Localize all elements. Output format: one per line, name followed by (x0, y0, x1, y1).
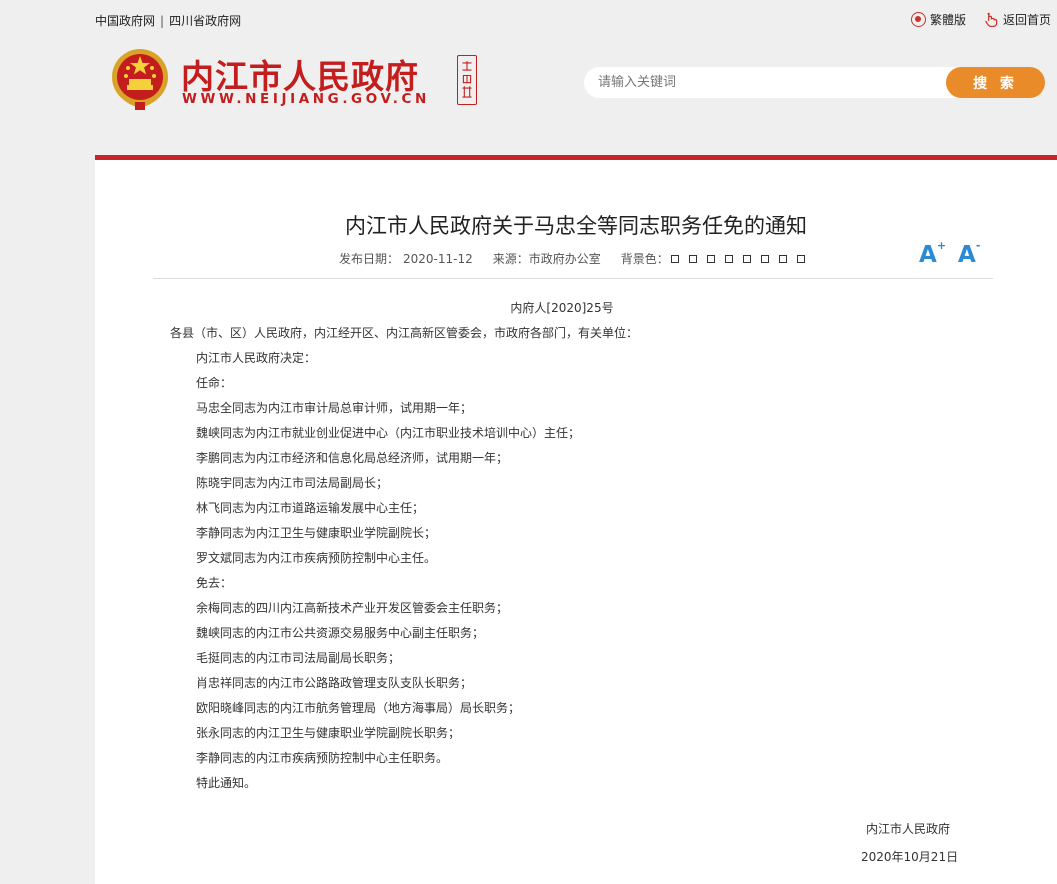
font-increase-letter: A (919, 242, 937, 268)
body-line: 任命： (196, 376, 233, 390)
body-line: 内江市人民政府决定： (196, 351, 317, 365)
bg-swatch-7[interactable] (778, 254, 787, 263)
link-china-gov[interactable]: 中国政府网 (95, 14, 155, 28)
meta-divider (153, 278, 993, 279)
font-increase-button[interactable]: A+ (919, 239, 947, 268)
national-emblem-icon[interactable] (109, 46, 171, 112)
document-number: 内府人[2020]25号 (510, 301, 614, 315)
font-increase-mark: + (936, 239, 947, 253)
body-line: 张永同志的内江卫生与健康职业学院副院长职务； (196, 726, 461, 740)
seal-stamp-icon (457, 55, 477, 105)
body-line: 李静同志的内江市疾病预防控制中心主任职务。 (196, 751, 449, 765)
search-button[interactable]: 搜 索 (946, 67, 1045, 98)
article-title: 内江市人民政府关于马忠全等同志职务任免的通知 (345, 214, 807, 238)
body-line: 魏峡同志的内江市公共资源交易服务中心副主任职务； (196, 626, 485, 640)
body-line: 特此通知。 (196, 776, 257, 790)
article-container: 内江市人民政府关于马忠全等同志职务任免的通知 发布日期： 2020-11-12 … (95, 160, 1057, 884)
background-color-label: 背景色： (620, 252, 669, 266)
body-line: 陈晓宇同志为内江市司法局副局长； (196, 476, 389, 490)
body-line: 李静同志为内江卫生与健康职业学院副院长； (196, 526, 437, 540)
body-line: 林飞同志为内江市道路运输发展中心主任； (196, 501, 425, 515)
bg-swatch-3[interactable] (706, 254, 715, 263)
publish-date-label: 发布日期： (339, 252, 400, 266)
bg-swatch-1[interactable] (670, 254, 679, 263)
body-line: 罗文斌同志为内江市疾病预防控制中心主任。 (196, 551, 437, 565)
home-label: 返回首页 (1002, 13, 1051, 27)
site-header: 内江市人民政府 WWW.NEIJIANG.GOV.CN 搜 索 (95, 40, 1057, 150)
body-line: 欧阳晓峰同志的内江市航务管理局（地方海事局）局长职务； (196, 701, 521, 715)
document-sign-date: 2020年10月21日 (861, 850, 959, 864)
bg-swatch-8[interactable] (796, 254, 805, 263)
font-size-controls: A+ A- (919, 239, 981, 268)
document-body: 内江市人民政府决定： 任命： 马忠全同志为内江市审计局总审计师，试用期一年； 魏… (196, 346, 580, 796)
document-recipients: 各县（市、区）人民政府，内江经开区、内江高新区管委会，市政府各部门，有关单位： (170, 326, 639, 340)
traditional-chinese-icon (910, 12, 926, 27)
top-right-tools: 繁體版 返回首页 (910, 11, 1051, 28)
body-line: 肖忠祥同志的内江市公路路政管理支队支队长职务； (196, 676, 473, 690)
link-sichuan-gov[interactable]: 四川省政府网 (169, 14, 241, 28)
bg-swatch-4[interactable] (724, 254, 733, 263)
home-button[interactable]: 返回首页 (984, 11, 1051, 28)
top-links: 中国政府网 | 四川省政府网 (95, 12, 241, 29)
top-bar: 中国政府网 | 四川省政府网 繁體版 返回首页 (0, 0, 1057, 38)
link-separator: | (160, 14, 165, 28)
traditional-chinese-button[interactable]: 繁體版 (910, 11, 966, 28)
body-line: 免去： (196, 576, 233, 590)
bg-swatch-2[interactable] (688, 254, 697, 263)
bg-swatch-6[interactable] (760, 254, 769, 263)
bg-swatch-5[interactable] (742, 254, 751, 263)
document-signer: 内江市人民政府 (866, 822, 951, 836)
source: 市政府办公室 (528, 252, 601, 266)
body-line: 李鹏同志为内江市经济和信息化局总经济师，试用期一年； (196, 451, 509, 465)
font-decrease-button[interactable]: A- (958, 239, 981, 268)
body-line: 魏峡同志为内江市就业创业促进中心（内江市职业技术培训中心）主任； (196, 426, 581, 440)
font-decrease-letter: A (958, 242, 976, 268)
body-line: 马忠全同志为内江市审计局总审计师，试用期一年； (196, 401, 473, 415)
home-hand-icon (985, 12, 998, 27)
article-meta: 发布日期： 2020-11-12 来源： 市政府办公室 背景色： (339, 250, 805, 267)
body-line: 余梅同志的四川内江高新技术产业开发区管委会主任职务； (196, 601, 509, 615)
font-decrease-mark: - (975, 239, 981, 253)
traditional-chinese-label: 繁體版 (929, 13, 966, 27)
publish-date: 2020-11-12 (403, 251, 473, 266)
site-url: WWW.NEIJIANG.GOV.CN (182, 91, 430, 107)
body-line: 毛挺同志的内江市司法局副局长职务； (196, 651, 401, 665)
source-label: 来源： (492, 252, 529, 266)
